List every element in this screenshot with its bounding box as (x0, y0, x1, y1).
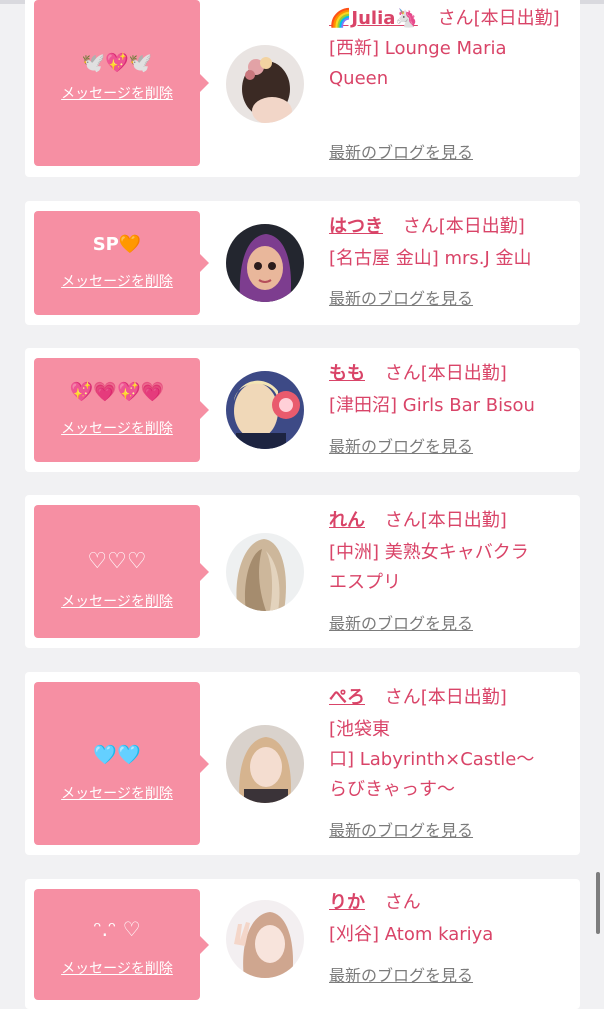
delete-message-link[interactable]: メッセージを削除 (34, 960, 200, 978)
avatar[interactable] (226, 45, 304, 123)
portrait-photo-icon (226, 725, 304, 803)
long-hair-photo-icon (226, 533, 304, 611)
message-text: ♡♡♡ (87, 549, 147, 574)
delete-message-link[interactable]: メッセージを削除 (34, 273, 200, 291)
cast-info: はつき さん[本日出勤] [名古屋 金山] mrs.J 金山 (329, 212, 564, 274)
cast-name-link[interactable]: りか (329, 892, 365, 913)
san-label: さん (384, 687, 421, 708)
message-text: ᵔ.ᵔ ♡ (93, 917, 141, 941)
store-line: [中洲] 美熟女キャバクラ (329, 542, 529, 563)
message-bubble: ♡♡♡ メッセージを削除 (34, 505, 209, 638)
hair-accessory-photo-icon (226, 45, 304, 123)
cartoon-avatar-icon (226, 224, 304, 302)
latest-blog-link[interactable]: 最新のブログを見る (329, 143, 473, 163)
cast-name-link[interactable]: ぺろ (329, 687, 365, 708)
latest-blog-link[interactable]: 最新のブログを見る (329, 614, 473, 634)
san-label: さん (437, 8, 474, 29)
message-bubble: 🩵🩵 メッセージを削除 (34, 682, 209, 845)
selfie-with-plush-icon (226, 371, 304, 449)
store-line: Queen (329, 68, 389, 89)
store-line: [刈谷] Atom kariya (329, 924, 494, 945)
message-text: SP🧡 (92, 234, 142, 255)
delete-message-link[interactable]: メッセージを削除 (34, 420, 200, 438)
message-bubble: SP🧡 メッセージを削除 (34, 211, 209, 315)
latest-blog-link[interactable]: 最新のブログを見る (329, 966, 473, 986)
avatar[interactable] (226, 224, 304, 302)
message-card: 💖💗💖💗 メッセージを削除 もも さん[本日出勤] [津田沼] Girls Ba… (25, 348, 580, 472)
delete-message-link[interactable]: メッセージを削除 (34, 593, 200, 611)
avatar[interactable] (226, 725, 304, 803)
cast-info: りか さん [刈谷] Atom kariya (329, 888, 564, 950)
message-text: 💖💗💖💗 (69, 381, 165, 403)
san-label: さん (384, 892, 421, 913)
cast-name-link[interactable]: れん (329, 510, 365, 531)
message-text: 🩵🩵 (93, 744, 141, 766)
message-card: 🕊️💖🕊️ メッセージを削除 🌈Julia🦄 さん[本日出勤] [西新] Lou… (25, 0, 580, 177)
san-label: さん (384, 510, 421, 531)
scrollbar[interactable] (596, 872, 600, 934)
delete-message-link[interactable]: メッセージを削除 (34, 85, 200, 103)
store-line: [名古屋 金山] mrs.J 金山 (329, 248, 532, 269)
message-card: ♡♡♡ メッセージを削除 れん さん[本日出勤] [中洲] 美熟女キャバクラ エ… (25, 495, 580, 648)
avatar[interactable] (226, 900, 304, 978)
latest-blog-link[interactable]: 最新のブログを見る (329, 437, 473, 457)
store-line: エスプリ (329, 572, 401, 593)
message-bubble: 🕊️💖🕊️ メッセージを削除 (34, 0, 209, 166)
message-card: ᵔ.ᵔ ♡ メッセージを削除 りか さん [刈谷] Atom kariya 最新… (25, 879, 580, 1009)
message-bubble: ᵔ.ᵔ ♡ メッセージを削除 (34, 889, 209, 1000)
avatar[interactable] (226, 533, 304, 611)
store-line: [津田沼] Girls Bar Bisou (329, 395, 535, 416)
avatar[interactable] (226, 371, 304, 449)
latest-blog-link[interactable]: 最新のブログを見る (329, 289, 473, 309)
message-text: 🕊️💖🕊️ (81, 52, 153, 74)
cast-info: もも さん[本日出勤] [津田沼] Girls Bar Bisou (329, 359, 564, 421)
peace-sign-selfie-icon (226, 900, 304, 978)
cast-name-link[interactable]: もも (329, 363, 365, 384)
message-bubble: 💖💗💖💗 メッセージを削除 (34, 358, 209, 462)
attendance-status: [本日出勤] (420, 687, 507, 708)
san-label: さん (384, 363, 421, 384)
attendance-status: [本日出勤] (438, 216, 525, 237)
cast-name-link[interactable]: はつき (329, 216, 383, 237)
attendance-status: [本日出勤] (420, 363, 507, 384)
cast-info: ぺろ さん[本日出勤] [池袋東 口] Labyrinth×Castle〜 らび… (329, 683, 564, 805)
store-line: [池袋東 (329, 719, 391, 740)
attendance-status: [本日出勤] (420, 510, 507, 531)
store-line: 口] Labyrinth×Castle〜 (329, 749, 535, 770)
cast-info: れん さん[本日出勤] [中洲] 美熟女キャバクラ エスプリ (329, 506, 564, 598)
store-line: [西新] Lounge Maria (329, 38, 507, 59)
latest-blog-link[interactable]: 最新のブログを見る (329, 821, 473, 841)
store-line: らびきゃっす〜 (329, 779, 455, 800)
san-label: さん (402, 216, 439, 237)
attendance-status: [本日出勤] (473, 8, 560, 29)
message-card: 🩵🩵 メッセージを削除 ぺろ さん[本日出勤] [池袋東 口] Labyrint… (25, 672, 580, 855)
delete-message-link[interactable]: メッセージを削除 (34, 785, 200, 803)
cast-info: 🌈Julia🦄 さん[本日出勤] [西新] Lounge Maria Queen (329, 4, 564, 94)
cast-name-link[interactable]: 🌈Julia🦄 (329, 8, 418, 29)
message-card: SP🧡 メッセージを削除 はつき さん[本日出勤] [名古屋 金山] mrs.J… (25, 201, 580, 325)
